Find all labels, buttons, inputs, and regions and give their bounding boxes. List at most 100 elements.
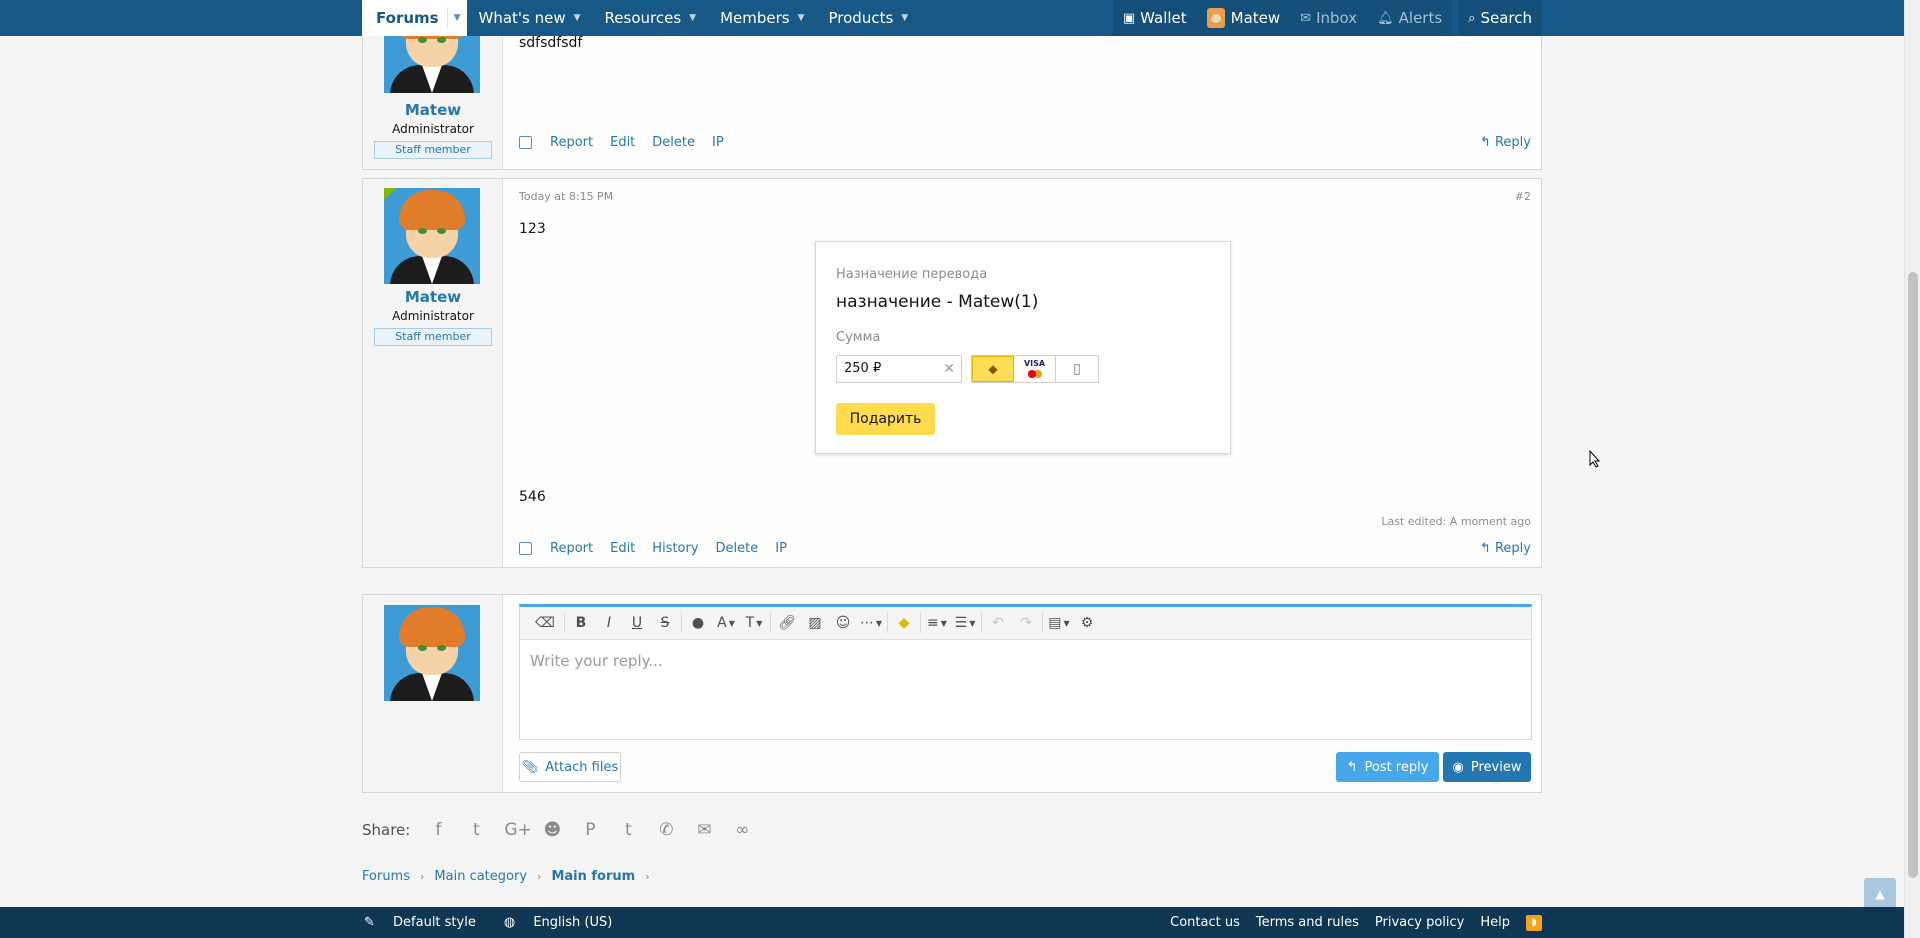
purpose-label: Назначение перевода bbox=[836, 267, 988, 282]
envelope-icon: ✉ bbox=[1300, 10, 1312, 26]
reply-icon: ↰ bbox=[1479, 541, 1495, 556]
post-reply-button[interactable]: ↰ Post reply bbox=[1336, 752, 1439, 782]
pinterest-icon[interactable]: P bbox=[580, 820, 600, 840]
align-icon[interactable]: ≡ ▼ bbox=[923, 607, 951, 640]
purpose-value: назначение - Matew(1) bbox=[836, 292, 1039, 312]
privacy-link[interactable]: Privacy policy bbox=[1375, 915, 1464, 930]
user-title: Administrator bbox=[392, 309, 474, 323]
scroll-to-top-button[interactable]: ▲ bbox=[1864, 878, 1896, 910]
username-link[interactable]: Matew bbox=[363, 101, 503, 119]
rich-text-editor: ⌫ B I U S ● A ▼ T ▼ 🔗︎ ▨ ☺ ⋯ ▼ ◆ ≡ ▼ ☰ ▼ ↶ ↷ … bbox=[519, 604, 1532, 740]
account-link[interactable]: Matew bbox=[1197, 0, 1291, 36]
drafts-icon[interactable]: ▤ ▼ bbox=[1045, 607, 1073, 640]
inbox-link[interactable]: ✉ Inbox bbox=[1290, 0, 1367, 36]
whatsapp-icon[interactable]: ✆ bbox=[656, 820, 676, 840]
facebook-icon[interactable]: f bbox=[428, 820, 448, 840]
language-chooser[interactable]: ◍ English (US) bbox=[504, 915, 626, 930]
chevron-right-icon: › bbox=[537, 870, 542, 883]
chevron-down-icon[interactable]: ▼ bbox=[446, 7, 461, 29]
undo-icon[interactable]: ↶ bbox=[984, 607, 1012, 640]
chevron-down-icon: ▼ bbox=[797, 13, 805, 23]
amount-input[interactable]: 250 ₽ ✕ bbox=[836, 355, 962, 383]
tab-resources[interactable]: Resources ▼ bbox=[593, 0, 709, 36]
select-checkbox[interactable] bbox=[519, 542, 532, 555]
search-link[interactable]: ⌕ Search bbox=[1458, 0, 1542, 36]
footer-left: ✎ Default style ◍ English (US) bbox=[364, 907, 640, 938]
font-family-icon[interactable]: A ▼ bbox=[712, 607, 740, 640]
tab-whats-new[interactable]: What's new ▼ bbox=[467, 0, 593, 36]
italic-icon[interactable]: I bbox=[595, 607, 623, 640]
style-chooser[interactable]: ✎ Default style bbox=[364, 915, 490, 930]
ip-link[interactable]: IP bbox=[775, 541, 787, 556]
font-size-icon[interactable]: T ▼ bbox=[740, 607, 768, 640]
contact-us-link[interactable]: Contact us bbox=[1170, 915, 1240, 930]
amount-label: Сумма bbox=[836, 330, 881, 345]
smilie-icon[interactable]: ☺ bbox=[829, 607, 857, 640]
donation-widget: Назначение перевода назначение - Matew(1… bbox=[815, 241, 1231, 454]
visa-mastercard-icon: VISA bbox=[1024, 360, 1045, 378]
link-icon[interactable]: ∞ bbox=[732, 820, 752, 840]
breadcrumb-main-forum[interactable]: Main forum bbox=[551, 869, 635, 884]
rss-icon[interactable]: ◗ bbox=[1526, 914, 1542, 931]
reply-button[interactable]: ↰ Reply bbox=[1480, 135, 1531, 150]
tumblr-icon[interactable]: t bbox=[618, 820, 638, 840]
avatar[interactable] bbox=[384, 188, 480, 284]
post-date[interactable]: Today at 8:15 PM bbox=[519, 190, 613, 203]
bold-icon[interactable]: B bbox=[567, 607, 595, 640]
paint-brush-icon: ✎ bbox=[364, 915, 380, 930]
alerts-link[interactable]: 🔔︎ Alerts bbox=[1367, 0, 1452, 36]
redo-icon[interactable]: ↷ bbox=[1012, 607, 1040, 640]
reddit-icon[interactable]: ☻ bbox=[542, 820, 562, 840]
breadcrumb-forums[interactable]: Forums bbox=[362, 869, 410, 884]
delete-link[interactable]: Delete bbox=[652, 135, 695, 150]
eye-icon: ◉ bbox=[1452, 759, 1464, 775]
preview-button[interactable]: ◉ Preview bbox=[1443, 752, 1531, 782]
wallet-link[interactable]: ▣ Wallet bbox=[1113, 0, 1197, 36]
image-icon[interactable]: ▨ bbox=[801, 607, 829, 640]
clear-formatting-icon[interactable]: ⌫ bbox=[528, 607, 562, 640]
tab-forums[interactable]: Forums ▼ bbox=[362, 0, 467, 36]
donate-button[interactable]: Подарить bbox=[836, 403, 935, 435]
gear-icon[interactable]: ⚙ bbox=[1073, 607, 1101, 640]
donation-insert-icon[interactable]: ◆ bbox=[890, 607, 918, 640]
scrollbar-thumb[interactable] bbox=[1908, 272, 1918, 878]
select-checkbox[interactable] bbox=[519, 136, 532, 149]
ip-link[interactable]: IP bbox=[712, 135, 724, 150]
strikethrough-icon[interactable]: S bbox=[651, 607, 679, 640]
tab-members[interactable]: Members ▼ bbox=[708, 0, 816, 36]
yoomoney-wallet-option[interactable]: ◆ bbox=[972, 356, 1014, 382]
terms-link[interactable]: Terms and rules bbox=[1256, 915, 1359, 930]
reply-input[interactable]: Write your reply... bbox=[520, 640, 1531, 682]
attach-files-button[interactable]: 📎︎ Attach files bbox=[519, 752, 621, 782]
twitter-icon[interactable]: t bbox=[466, 820, 486, 840]
breadcrumb-main-category[interactable]: Main category bbox=[434, 869, 527, 884]
card-option[interactable]: VISA bbox=[1014, 356, 1056, 382]
quick-reply: ⌫ B I U S ● A ▼ T ▼ 🔗︎ ▨ ☺ ⋯ ▼ ◆ ≡ ▼ ☰ ▼ ↶ ↷ … bbox=[362, 594, 1542, 793]
history-link[interactable]: History bbox=[652, 541, 698, 556]
edit-link[interactable]: Edit bbox=[610, 541, 635, 556]
reply-button[interactable]: ↰ Reply bbox=[1480, 541, 1531, 556]
report-link[interactable]: Report bbox=[550, 541, 593, 556]
list-icon[interactable]: ☰ ▼ bbox=[951, 607, 979, 640]
delete-link[interactable]: Delete bbox=[716, 541, 759, 556]
reply-label: Reply bbox=[1494, 135, 1531, 150]
wallet-label: Wallet bbox=[1140, 9, 1187, 27]
paperclip-icon: 📎︎ bbox=[521, 759, 539, 775]
google-plus-icon[interactable]: G+ bbox=[504, 820, 531, 840]
link-icon[interactable]: 🔗︎ bbox=[773, 607, 801, 640]
search-icon: ⌕ bbox=[1468, 10, 1476, 26]
clear-icon[interactable]: ✕ bbox=[943, 356, 955, 382]
page-scrollbar[interactable] bbox=[1904, 0, 1920, 938]
underline-icon[interactable]: U bbox=[623, 607, 651, 640]
edit-link[interactable]: Edit bbox=[610, 135, 635, 150]
more-options-icon[interactable]: ⋯ ▼ bbox=[857, 607, 885, 640]
help-link[interactable]: Help bbox=[1480, 915, 1510, 930]
email-icon[interactable]: ✉ bbox=[694, 820, 714, 840]
username-link[interactable]: Matew bbox=[363, 288, 503, 306]
report-link[interactable]: Report bbox=[550, 135, 593, 150]
mobile-option[interactable]: ▯ bbox=[1056, 356, 1098, 382]
text-color-icon[interactable]: ● bbox=[684, 607, 712, 640]
phone-icon: ▯ bbox=[1073, 361, 1081, 377]
tab-products[interactable]: Products ▼ bbox=[817, 0, 921, 36]
post-number[interactable]: #2 bbox=[1515, 190, 1531, 203]
